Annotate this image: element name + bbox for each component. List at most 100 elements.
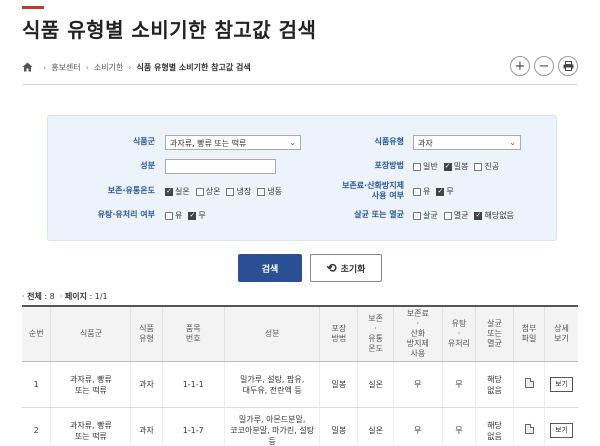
- checkbox[interactable]: [165, 211, 173, 220]
- chevron-down-icon: ⌄: [289, 138, 296, 147]
- refresh-icon: ⟲: [326, 261, 337, 275]
- option-label: 진공: [484, 162, 500, 171]
- results-table: 순번 식품군 식품 유형 품목 번호 성분 포장 방법 보존 · 유통 온도 보존료 · 산화…: [22, 305, 578, 446]
- storage-option-room[interactable]: ✓ 실온: [165, 186, 190, 197]
- ingredient-input[interactable]: [165, 159, 276, 174]
- preservative-options: 유 ✓ 무: [413, 186, 460, 197]
- table-cell: 실온: [357, 361, 394, 408]
- page-title: 식품 유형별 소비기한 참고값 검색: [22, 18, 317, 42]
- column-header: 포장 방법: [319, 305, 358, 362]
- preservative-label: 보존료·산화방지제 사용 여부: [310, 181, 404, 201]
- table-cell: 밀봉: [319, 407, 358, 446]
- breadcrumb-current: 식품 유형별 소비기한 참고값 검색: [136, 62, 251, 72]
- option-label: 해당없음: [484, 211, 514, 220]
- table-cell: 과자: [130, 407, 163, 446]
- sterilization-option-sterilized[interactable]: 멸균: [443, 210, 469, 221]
- preservative-option-no[interactable]: ✓ 무: [436, 186, 454, 197]
- option-label: 상온: [205, 187, 221, 196]
- checkbox[interactable]: ✓: [165, 187, 173, 196]
- oil-option-yes[interactable]: 유: [165, 210, 182, 221]
- checkbox[interactable]: ✓: [474, 211, 483, 220]
- home-icon[interactable]: [22, 62, 33, 72]
- sterilization-option-none[interactable]: ✓ 해당없음: [474, 210, 514, 221]
- breadcrumb: › 홍보센터 › 소비기한 › 식품 유형별 소비기한 참고값 검색: [22, 60, 251, 74]
- table-header-row: 순번 식품군 식품 유형 품목 번호 성분 포장 방법 보존 · 유통 온도 보존료 · 산화…: [22, 305, 578, 362]
- checkbox[interactable]: ✓: [188, 211, 197, 220]
- view-detail-button[interactable]: 보기: [550, 423, 573, 438]
- table-cell: 해당 없음: [475, 361, 514, 408]
- option-label: 멸균: [453, 211, 469, 220]
- table-cell: 실온: [357, 407, 394, 446]
- sterilization-options: 살균 멸균 ✓ 해당없음: [413, 210, 520, 221]
- packaging-label: 포장방법: [374, 161, 404, 170]
- sterilization-option-pasteurized[interactable]: 살균: [413, 210, 438, 221]
- table-cell: 밀가루, 아몬드분말, 코코아분말, 마가린, 설탕 등: [223, 407, 320, 446]
- checkbox[interactable]: [443, 211, 452, 220]
- packaging-option-sealed[interactable]: ✓ 밀봉: [443, 161, 469, 172]
- option-label: 밀봉: [453, 162, 469, 171]
- preservative-option-yes[interactable]: 유: [413, 186, 430, 197]
- table-cell: 과자류, 빵류 또는 떡류: [50, 407, 131, 446]
- checkbox[interactable]: [413, 187, 421, 196]
- column-header: 보존료 · 산화 방지제 사용: [392, 305, 443, 362]
- table-cell: 1-1-7: [161, 407, 225, 446]
- header-divider: [22, 84, 578, 85]
- page-label: 페이지: [64, 292, 87, 301]
- print-icon: [563, 61, 573, 71]
- preservative-label-line1: 보존료·산화방지제: [342, 181, 404, 190]
- table-row: 2 과자류, 빵류 또는 떡류 과자 1-1-7 밀가루, 아몬드분말, 코코아분말, …: [22, 407, 578, 446]
- oil-option-no[interactable]: ✓ 무: [188, 210, 206, 221]
- storage-temp-label: 보존·유통온도: [107, 186, 155, 195]
- food-type-select[interactable]: 과자 ⌄: [413, 135, 521, 150]
- food-type-label: 식품유형: [374, 137, 404, 146]
- storage-option-frozen[interactable]: 냉동: [257, 186, 282, 197]
- storage-option-ambient[interactable]: 상온: [195, 186, 221, 197]
- reset-label: 초기화: [340, 263, 366, 274]
- column-header: 유탕 · 유처리: [441, 305, 476, 362]
- attachment-file-icon[interactable]: [524, 424, 534, 434]
- column-header: 품목 번호: [161, 305, 225, 362]
- total-count: 8: [49, 292, 55, 301]
- checkbox[interactable]: [413, 162, 421, 171]
- view-detail-button[interactable]: 보기: [550, 377, 573, 392]
- option-label: 유: [175, 211, 183, 220]
- checkbox[interactable]: ✓: [443, 162, 452, 171]
- chevron-right-icon: ›: [85, 62, 89, 72]
- zoom-out-button[interactable]: −: [534, 56, 554, 76]
- detail-cell: 보기: [544, 361, 578, 408]
- checkbox[interactable]: [474, 162, 483, 171]
- attachment-cell: [512, 407, 545, 446]
- table-cell: 과자류, 빵류 또는 떡류: [50, 361, 131, 408]
- packaging-option-general[interactable]: 일반: [413, 161, 438, 172]
- checkbox[interactable]: [226, 187, 235, 196]
- table-cell: 밀봉: [319, 361, 358, 408]
- table-cell: 1-1-1: [161, 361, 225, 408]
- attachment-cell: [512, 361, 545, 408]
- oil-processing-options: 유 ✓ 무: [165, 210, 212, 221]
- page-tools: + −: [510, 56, 578, 76]
- packaging-option-vacuum[interactable]: 진공: [474, 161, 499, 172]
- breadcrumb-item[interactable]: 홍보센터: [51, 62, 80, 73]
- chevron-down-icon: ⌄: [509, 138, 516, 147]
- reset-button[interactable]: ⟲ 초기화: [310, 254, 382, 282]
- option-label: 냉동: [267, 187, 282, 196]
- print-button[interactable]: [558, 56, 578, 76]
- storage-option-chilled[interactable]: 냉장: [226, 186, 251, 197]
- total-label: 전체: [27, 292, 42, 301]
- chevron-right-icon: ›: [43, 62, 47, 72]
- option-label: 유: [423, 187, 431, 196]
- table-cell: 2: [22, 407, 51, 446]
- zoom-in-button[interactable]: +: [510, 56, 530, 76]
- search-button[interactable]: 검색: [238, 254, 302, 282]
- checkbox[interactable]: [257, 187, 266, 196]
- breadcrumb-item[interactable]: 소비기한: [94, 62, 123, 73]
- attachment-file-icon[interactable]: [524, 378, 534, 388]
- checkbox[interactable]: ✓: [436, 187, 445, 196]
- table-cell: 밀가루, 설탕, 팜유, 대두유, 전란액 등: [223, 361, 320, 408]
- ingredient-label: 성분: [140, 161, 155, 170]
- column-header: 보존 · 유통 온도: [357, 305, 394, 362]
- checkbox[interactable]: [413, 211, 421, 220]
- food-group-select[interactable]: 과자류, 빵류 또는 떡류 ⌄: [165, 135, 301, 150]
- checkbox[interactable]: [195, 187, 204, 196]
- option-label: 실온: [175, 187, 190, 196]
